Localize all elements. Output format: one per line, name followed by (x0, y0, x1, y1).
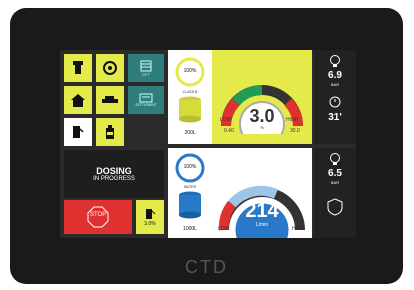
car-icon (102, 96, 118, 103)
tile-fuel-pump[interactable] (64, 118, 92, 146)
status-title: DOSING (96, 166, 132, 176)
hose-reel-icon (103, 61, 117, 75)
tile-cft-label: CFT (142, 71, 150, 77)
brand-logo: CTD (185, 257, 228, 277)
fuel-pump-small-icon (146, 209, 156, 219)
tank-icon (73, 61, 83, 74)
tile-settlement[interactable]: SETTLEMENT (128, 86, 164, 114)
settlement-icon (139, 93, 153, 103)
timer-value: 31' (328, 112, 342, 123)
status-subtitle: IN PROGRESS (93, 176, 135, 182)
tile-chemical[interactable] (96, 118, 124, 146)
stop-label: STOP (90, 212, 107, 218)
timer-icon (329, 96, 341, 108)
gauge1-low: LOW (220, 117, 232, 123)
tile-vehicle[interactable] (96, 86, 124, 114)
tile-fuel-level[interactable]: 3.0% (136, 200, 164, 234)
gauge1-high: HIGH (286, 117, 299, 123)
top-pressure-unit: BAR (330, 82, 340, 87)
shield-icon[interactable] (326, 198, 344, 216)
bottom-tank-barrel-icon (179, 191, 201, 219)
bottom-pressure-unit: BAR (330, 180, 340, 185)
chemical-bottle-icon (106, 125, 114, 139)
cft-icon (140, 60, 152, 71)
bottom-tank-label: WATER (183, 185, 197, 189)
tile-settlement-label: SETTLEMENT (135, 103, 157, 107)
fuel-pump-icon (73, 126, 84, 138)
top-tank-volume: 200L (184, 130, 196, 136)
bottom-tank-volume: 1000L (183, 226, 197, 232)
house-icon (71, 94, 85, 107)
top-tank-percent: 100% (183, 68, 197, 74)
gauge2-high: HIGH (292, 226, 305, 232)
gauge1-value: 3.0 (249, 106, 275, 126)
top-pressure-value: 6.9 (328, 70, 342, 81)
tile-hose-reel[interactable] (96, 54, 124, 82)
gauge1-min: 0.40 (224, 128, 234, 134)
gauge2-unit: L/min (255, 222, 269, 228)
stop-button[interactable]: STOP (64, 200, 132, 234)
tile-cft[interactable]: CFT (128, 54, 164, 82)
fuel-percent: 3.0% (144, 221, 156, 227)
tile-water-tank[interactable] (64, 54, 92, 82)
gauge1-unit: % (260, 125, 264, 130)
bottom-tank-percent: 100% (183, 164, 197, 170)
gauge2-low: LOW (218, 226, 230, 232)
gauge1-max: 30.0 (290, 128, 300, 134)
top-tank-barrel-icon (179, 96, 201, 123)
tile-building[interactable] (64, 86, 92, 114)
pressure-bulb-icon (330, 55, 340, 67)
pressure-bulb-icon-2 (330, 153, 340, 165)
top-tank-label: CLASS B (182, 90, 198, 94)
gauge2-value: 214 (245, 200, 279, 222)
bottom-pressure-value: 6.5 (328, 168, 342, 179)
display-screen: CFT SETTLEMENT DOSING IN PROGRESS STOP 3… (60, 50, 356, 238)
